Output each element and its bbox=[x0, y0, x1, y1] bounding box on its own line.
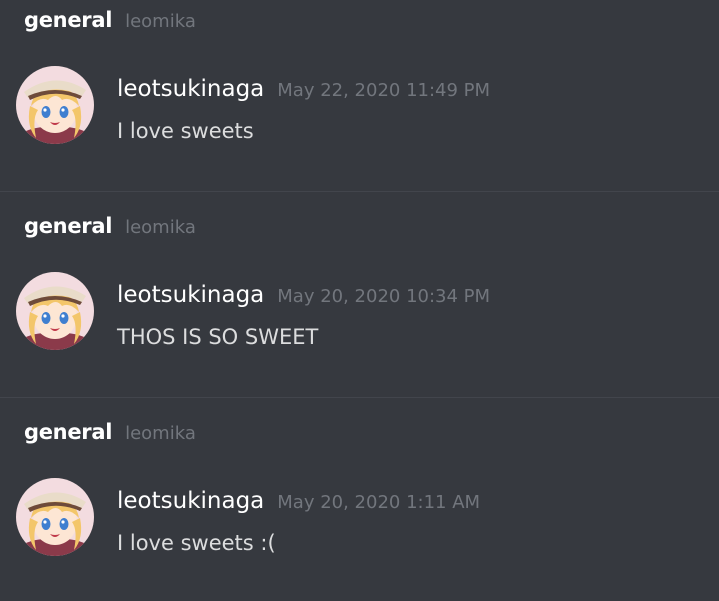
search-result[interactable]: general leomika leotsukinaga May 20, 202… bbox=[0, 206, 719, 397]
message[interactable]: leotsukinaga May 20, 2020 1:11 AM I love… bbox=[16, 478, 706, 558]
result-divider bbox=[0, 397, 719, 398]
message-header: leotsukinaga May 22, 2020 11:49 PM bbox=[117, 76, 490, 102]
timestamp: May 22, 2020 11:49 PM bbox=[277, 80, 491, 101]
message-header: leotsukinaga May 20, 2020 10:34 PM bbox=[117, 282, 490, 308]
result-header: general leomika bbox=[24, 8, 196, 36]
message[interactable]: leotsukinaga May 20, 2020 10:34 PM THOS … bbox=[16, 272, 706, 352]
result-header: general leomika bbox=[24, 420, 196, 448]
message[interactable]: leotsukinaga May 22, 2020 11:49 PM I lov… bbox=[16, 66, 706, 146]
channel-name[interactable]: general bbox=[24, 214, 112, 238]
user-avatar-icon[interactable] bbox=[16, 478, 94, 556]
message-header: leotsukinaga May 20, 2020 1:11 AM bbox=[117, 488, 480, 514]
user-avatar-icon[interactable] bbox=[16, 272, 94, 350]
guild-name: leomika bbox=[125, 11, 196, 32]
user-avatar-icon[interactable] bbox=[16, 66, 94, 144]
username[interactable]: leotsukinaga bbox=[117, 76, 264, 102]
search-result[interactable]: general leomika leotsukinaga May 20, 202… bbox=[0, 412, 719, 601]
search-results-list: general leomika leotsukinaga May 22, 202… bbox=[0, 0, 719, 601]
message-content: I love sweets :( bbox=[117, 531, 276, 555]
result-header: general leomika bbox=[24, 214, 196, 242]
message-content: THOS IS SO SWEET bbox=[117, 325, 319, 349]
timestamp: May 20, 2020 10:34 PM bbox=[277, 286, 491, 307]
channel-name[interactable]: general bbox=[24, 420, 112, 444]
search-result[interactable]: general leomika leotsukinaga May 22, 202… bbox=[0, 0, 719, 191]
message-content: I love sweets bbox=[117, 119, 254, 143]
guild-name: leomika bbox=[125, 423, 196, 444]
result-divider bbox=[0, 191, 719, 192]
guild-name: leomika bbox=[125, 217, 196, 238]
username[interactable]: leotsukinaga bbox=[117, 488, 264, 514]
channel-name[interactable]: general bbox=[24, 8, 112, 32]
username[interactable]: leotsukinaga bbox=[117, 282, 264, 308]
timestamp: May 20, 2020 1:11 AM bbox=[277, 492, 481, 513]
